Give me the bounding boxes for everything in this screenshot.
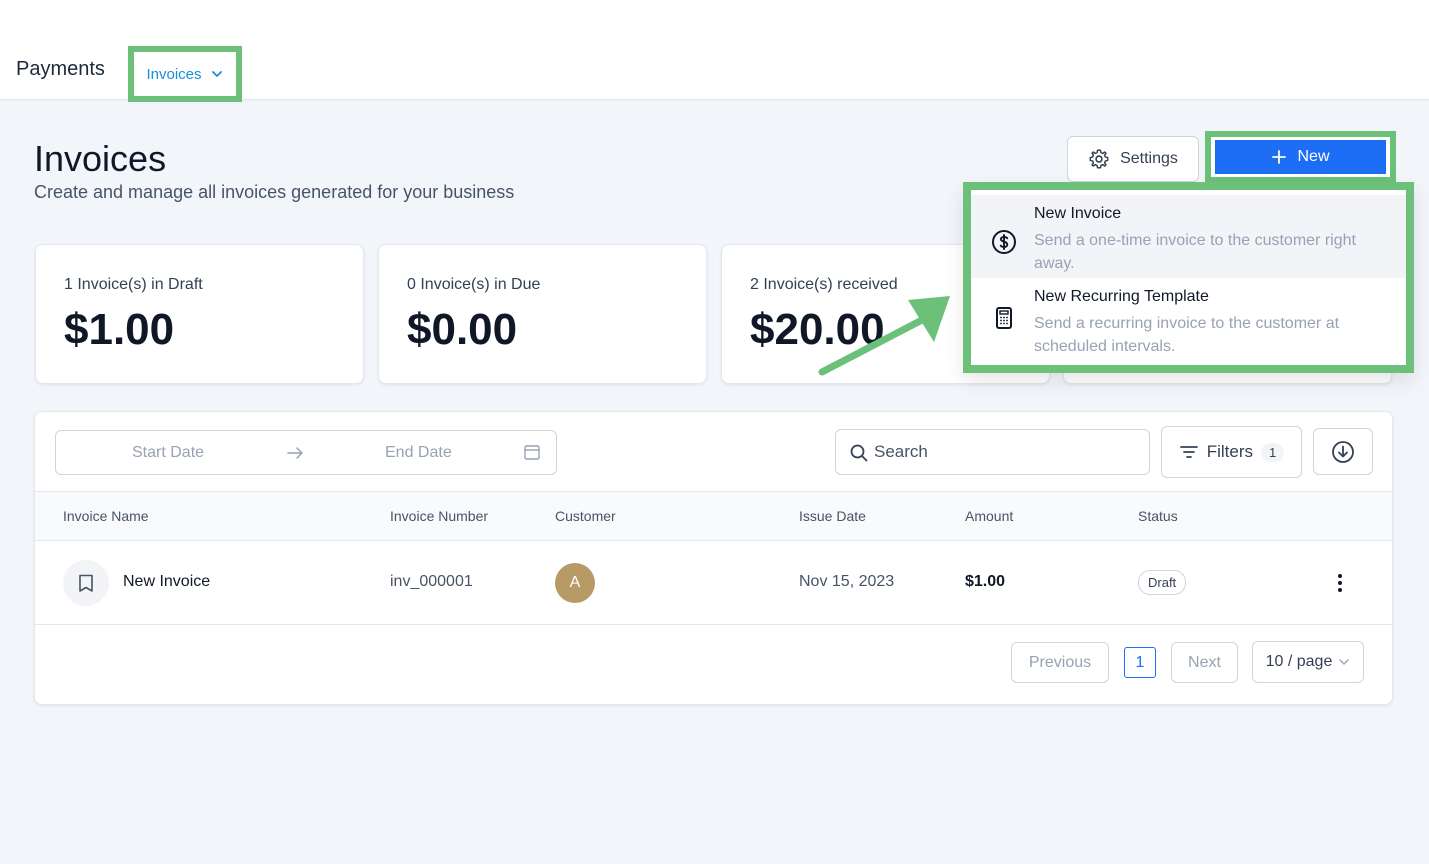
page-title: Invoices bbox=[34, 138, 167, 179]
stat-label: 2 Invoice(s) received bbox=[750, 276, 898, 293]
table-header: Invoice Name Invoice Number Customer Iss… bbox=[35, 491, 1392, 541]
end-date-input[interactable]: End Date bbox=[385, 444, 452, 462]
brand-title: Payments bbox=[16, 58, 105, 80]
stat-value: $20.00 bbox=[750, 305, 885, 354]
search-input[interactable] bbox=[874, 438, 1134, 466]
issue-date: Nov 15, 2023 bbox=[799, 573, 895, 590]
calculator-icon bbox=[996, 307, 1012, 329]
new-button[interactable]: New bbox=[1215, 140, 1386, 174]
column-header: Amount bbox=[965, 508, 1014, 524]
page-size-select[interactable]: 10 / page bbox=[1252, 641, 1364, 683]
stat-value: $0.00 bbox=[407, 305, 518, 354]
invoices-tab-label: Invoices bbox=[146, 65, 202, 83]
settings-label: Settings bbox=[1120, 150, 1178, 167]
plus-icon bbox=[1272, 150, 1287, 164]
search-icon bbox=[850, 444, 868, 462]
start-date-input[interactable]: Start Date bbox=[132, 444, 204, 462]
menu-item-description: Send a one-time invoice to the customer … bbox=[1034, 232, 1356, 272]
invoice-number: inv_000001 bbox=[390, 573, 473, 590]
filters-label: Filters bbox=[1206, 442, 1254, 461]
invoice-amount: $1.00 bbox=[965, 573, 1006, 590]
chevron-down-icon bbox=[1339, 659, 1350, 665]
column-header: Issue Date bbox=[799, 508, 866, 524]
status-badge: Draft bbox=[1138, 570, 1187, 595]
download-circle-icon bbox=[1332, 440, 1354, 463]
invoice-name[interactable]: New Invoice bbox=[123, 573, 210, 591]
new-label: New bbox=[1297, 148, 1330, 165]
pagination-next-button[interactable]: Next bbox=[1171, 642, 1238, 683]
filter-icon bbox=[1179, 446, 1198, 458]
chevron-down-icon bbox=[211, 71, 222, 77]
gear-icon bbox=[1089, 149, 1109, 169]
more-vertical-icon[interactable] bbox=[1330, 571, 1350, 595]
new-menu-dropdown: New Invoice Send a one-time invoice to t… bbox=[963, 182, 1414, 373]
pagination-page-button[interactable]: 1 bbox=[1124, 647, 1156, 678]
date-range-picker[interactable]: Start Date End Date bbox=[55, 430, 557, 475]
table-row[interactable]: New Invoice inv_000001 A Nov 15, 2023 $1… bbox=[35, 541, 1392, 625]
filters-count-badge: 1 bbox=[1261, 442, 1285, 462]
filters-button[interactable]: Filters 1 bbox=[1161, 426, 1302, 478]
column-header: Customer bbox=[555, 508, 616, 524]
column-header: Invoice Name bbox=[63, 508, 149, 524]
stat-label: 0 Invoice(s) in Due bbox=[407, 276, 541, 293]
receipt-icon-wrap bbox=[63, 560, 109, 606]
settings-button[interactable]: Settings bbox=[1067, 136, 1199, 182]
menu-item-description: Send a recurring invoice to the customer… bbox=[1034, 315, 1340, 355]
search-box[interactable] bbox=[835, 429, 1150, 475]
stat-card-draft: 1 Invoice(s) in Draft $1.00 bbox=[35, 244, 364, 384]
arrow-right-icon bbox=[287, 447, 303, 459]
menu-item-new-invoice[interactable]: New Invoice Send a one-time invoice to t… bbox=[971, 195, 1406, 278]
page-size-label: 10 / page bbox=[1265, 653, 1333, 670]
stat-label: 1 Invoice(s) in Draft bbox=[64, 276, 203, 293]
stat-value: $1.00 bbox=[64, 305, 175, 354]
top-bar: Payments Invoices bbox=[0, 0, 1429, 102]
menu-item-title: New Recurring Template bbox=[1034, 288, 1209, 305]
menu-item-title: New Invoice bbox=[1034, 205, 1122, 222]
new-button-highlight: New bbox=[1205, 131, 1396, 183]
calendar-icon bbox=[524, 445, 540, 460]
receipt-icon bbox=[79, 574, 93, 592]
column-header: Status bbox=[1138, 508, 1178, 524]
page-subtitle: Create and manage all invoices generated… bbox=[34, 182, 515, 202]
column-header: Invoice Number bbox=[390, 508, 489, 524]
pagination-previous-button[interactable]: Previous bbox=[1011, 642, 1109, 683]
download-button[interactable] bbox=[1313, 428, 1373, 475]
invoices-table-card: Start Date End Date Filters 1 Invoice Na… bbox=[34, 411, 1393, 705]
menu-item-new-recurring-template[interactable]: New Recurring Template Send a recurring … bbox=[971, 278, 1406, 361]
customer-avatar: A bbox=[555, 563, 595, 603]
invoices-tab-dropdown[interactable]: Invoices bbox=[128, 46, 242, 102]
stat-card-due: 0 Invoice(s) in Due $0.00 bbox=[378, 244, 707, 384]
dollar-circle-icon bbox=[992, 230, 1016, 254]
